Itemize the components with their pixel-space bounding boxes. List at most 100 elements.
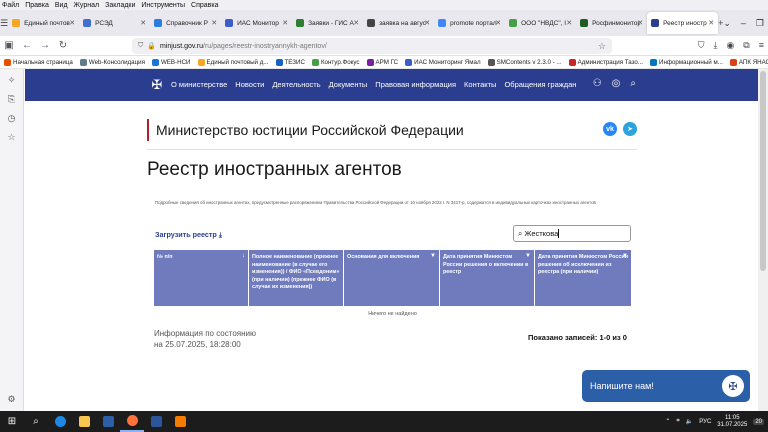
maximize-icon[interactable]: ❐ — [756, 18, 764, 29]
tab-0[interactable]: Единый почтов ✕ — [8, 12, 79, 34]
chat-widget-button[interactable]: Напишите нам! ✠ — [582, 370, 750, 402]
column-sort-filter-icon[interactable]: ▼ — [430, 253, 436, 261]
settings-icon[interactable]: ⚙ — [7, 394, 15, 405]
notifications-badge[interactable]: 20 — [753, 418, 764, 425]
search-input[interactable]: Жесткова — [524, 229, 558, 238]
account-icon[interactable]: ◉ — [726, 40, 734, 51]
yandex-app-icon[interactable] — [96, 411, 120, 432]
bookmark-2[interactable]: WEB-НСИ — [151, 58, 191, 66]
bookmark-0[interactable]: Начальная страница — [4, 58, 73, 66]
shield-icon[interactable]: ⛉ — [138, 42, 143, 50]
menu-bookmarks[interactable]: Закладки — [105, 2, 135, 9]
bookmark-9[interactable]: Администрация Тазо... — [568, 58, 643, 66]
ai-chat-icon[interactable]: ✧ — [8, 75, 16, 86]
telegram-icon[interactable]: ➤ — [623, 122, 637, 136]
site-nav-item-1[interactable]: Новости — [235, 80, 264, 89]
history-icon[interactable]: ◷ — [8, 113, 16, 124]
network-icon[interactable]: ⌗ — [676, 418, 679, 425]
menu-history[interactable]: Журнал — [74, 2, 100, 9]
site-nav-item-2[interactable]: Деятельность — [272, 80, 320, 89]
downloads-icon[interactable]: ⤓ — [713, 40, 717, 51]
explorer-app-icon[interactable] — [72, 411, 96, 432]
tab-9[interactable]: Реестр иностр ✕ — [647, 12, 719, 34]
menu-help[interactable]: Справка — [191, 2, 218, 9]
tab-close-icon[interactable]: ✕ — [495, 19, 501, 27]
volume-icon[interactable]: 🔈 — [686, 418, 693, 425]
extensions-icon[interactable]: ⧉ — [743, 40, 749, 51]
column-header-1[interactable]: Полное наименование (прежнее наименовани… — [249, 250, 344, 306]
tab-close-icon[interactable]: ✕ — [211, 19, 217, 27]
menu-view[interactable]: Вид — [55, 2, 68, 9]
tab-4[interactable]: Заявки - ГИС А ✕ — [292, 12, 363, 34]
forward-icon[interactable]: → — [36, 40, 54, 51]
minimize-icon[interactable]: – — [741, 18, 746, 29]
tab-close-icon[interactable]: ✕ — [637, 19, 643, 27]
word-app-icon[interactable] — [144, 411, 168, 432]
tab-close-icon[interactable]: ✕ — [424, 19, 430, 27]
tab-close-icon[interactable]: ✕ — [282, 19, 288, 27]
url-bar[interactable]: ⛉ 🔒 minjust.gov.ru /ru/pages/reestr-inos… — [132, 38, 612, 54]
taskbar-search-icon[interactable]: ⌕ — [24, 411, 48, 432]
bookmark-7[interactable]: ИАС Мониторинг Ямал — [405, 58, 481, 66]
column-header-4[interactable]: Дата принятия Минюстом России решения об… — [535, 250, 631, 306]
search-icon[interactable]: ⌕ — [630, 78, 636, 89]
column-header-2[interactable]: Основания для включения ▼ — [344, 250, 440, 306]
bookmark-4[interactable]: ТЕЗИС — [275, 58, 305, 66]
lock-icon[interactable]: 🔒 — [147, 42, 156, 50]
tab-list-icon[interactable]: ☰ — [0, 10, 8, 36]
tab-close-icon[interactable]: ✕ — [140, 19, 146, 27]
column-header-0[interactable]: № п/п ↓ — [154, 250, 249, 306]
page-scrollbar[interactable] — [758, 69, 768, 411]
bookmark-6[interactable]: АРМ ГС — [366, 58, 398, 66]
download-registry-link[interactable]: Загрузить реестр ⤓ — [155, 230, 222, 240]
tab-2[interactable]: Справочник Р ✕ — [150, 12, 221, 34]
tab-1[interactable]: РСЭД ✕ — [79, 12, 150, 34]
app-orange-icon[interactable] — [168, 411, 192, 432]
site-nav-item-5[interactable]: Контакты — [464, 80, 496, 89]
ministry-emblem-icon[interactable]: ✠ — [149, 77, 165, 93]
tab-close-icon[interactable]: ✕ — [708, 19, 714, 27]
column-header-3[interactable]: Дата принятия Минюстом России решения о … — [440, 250, 535, 306]
tab-5[interactable]: заявка на август 2✕ — [363, 12, 434, 34]
pocket-icon[interactable]: ⛉ — [698, 40, 705, 51]
menu-file[interactable]: Файл — [2, 2, 19, 9]
site-nav-item-0[interactable]: О министерстве — [171, 80, 227, 89]
tab-8[interactable]: Росфинмонитор ✕ — [576, 12, 647, 34]
site-nav-item-4[interactable]: Правовая информация — [375, 80, 456, 89]
bookmark-3[interactable]: Единый почтовый д... — [197, 58, 269, 66]
vk-icon[interactable]: vk — [603, 122, 617, 136]
back-icon[interactable]: ← — [18, 40, 36, 51]
keyboard-language[interactable]: РУС — [699, 419, 711, 425]
bookmark-10[interactable]: Информационный м... — [650, 58, 723, 66]
site-nav-item-6[interactable]: Обращения граждан — [504, 80, 576, 89]
column-sort-filter-icon[interactable]: ▼ — [525, 253, 531, 261]
visually-impaired-icon[interactable]: ◎ — [612, 78, 621, 89]
tab-6[interactable]: promote портал ✕ — [434, 12, 505, 34]
scrollbar-thumb[interactable] — [760, 71, 766, 271]
bookmark-5[interactable]: Контур.Фокус — [311, 58, 360, 66]
search-box[interactable]: ⌕ Жесткова — [513, 225, 631, 242]
tab-7[interactable]: ООО "НВДС", I ✕ — [505, 12, 576, 34]
tab-close-icon[interactable]: ✕ — [353, 19, 359, 27]
bookmark-8[interactable]: SMContents v 2.3.0 - ... — [487, 58, 562, 66]
firefox-app-icon[interactable] — [120, 411, 144, 432]
reload-icon[interactable]: ↻ — [54, 40, 72, 51]
tab-close-icon[interactable]: ✕ — [69, 19, 75, 27]
menu-tools[interactable]: Инструменты — [141, 2, 185, 9]
tray-chevron-icon[interactable]: ⌃ — [665, 418, 670, 425]
tab-3[interactable]: ИАС Монитор ✕ — [221, 12, 292, 34]
windows-start-icon[interactable]: ⊞ — [0, 411, 24, 432]
column-sort-filter-icon[interactable]: ▼ — [622, 253, 628, 261]
tab-close-icon[interactable]: ✕ — [566, 19, 572, 27]
bookmark-star-icon[interactable]: ☆ — [598, 41, 606, 52]
column-sort-filter-icon[interactable]: ↓ — [242, 253, 245, 261]
menu-edit[interactable]: Правка — [25, 2, 49, 9]
app-menu-icon[interactable]: ≡ — [759, 40, 764, 51]
synced-tabs-icon[interactable]: ⎘ — [8, 94, 15, 105]
edge-app-icon[interactable] — [48, 411, 72, 432]
bookmark-1[interactable]: Web-Консолидация — [79, 58, 145, 66]
sidebar-toggle-icon[interactable]: ▣ — [0, 40, 18, 51]
bookmark-11[interactable]: АПК ЯНАО — [729, 58, 768, 66]
user-icon[interactable]: ⚇ — [593, 78, 602, 89]
bookmarks-icon[interactable]: ☆ — [7, 132, 15, 143]
